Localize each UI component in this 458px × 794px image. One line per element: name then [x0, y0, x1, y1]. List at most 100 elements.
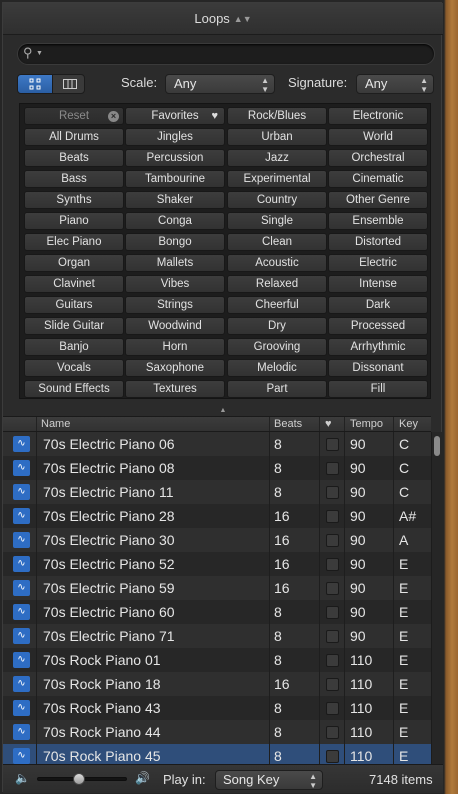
favorite-checkbox[interactable] [326, 606, 339, 619]
keyword-button-rock-blues[interactable]: Rock/Blues [227, 107, 327, 125]
keyword-button-bongo[interactable]: Bongo [125, 233, 225, 251]
column-view-button[interactable] [52, 75, 84, 93]
favorite-checkbox[interactable] [326, 654, 339, 667]
keyword-button-jingles[interactable]: Jingles [125, 128, 225, 146]
audio-loop-icon[interactable]: ∿ [13, 724, 30, 740]
favorite-checkbox[interactable] [326, 510, 339, 523]
keyword-button-tambourine[interactable]: Tambourine [125, 170, 225, 188]
keyword-button-other-genre[interactable]: Other Genre [328, 191, 428, 209]
volume-slider-knob[interactable] [73, 773, 85, 785]
audio-loop-icon[interactable]: ∿ [13, 604, 30, 620]
search-icon[interactable]: ⚲ [23, 45, 33, 61]
keyword-button-clavinet[interactable]: Clavinet [24, 275, 124, 293]
keyword-button-favorites[interactable]: Favorites ♥ [125, 107, 225, 125]
table-row[interactable]: ∿ 70s Electric Piano 71 8 90 E [3, 624, 431, 648]
table-row[interactable]: ∿ 70s Rock Piano 43 8 110 E [3, 696, 431, 720]
keyword-button-bass[interactable]: Bass [24, 170, 124, 188]
keyword-button-organ[interactable]: Organ [24, 254, 124, 272]
search-field[interactable]: ⚲ ▼ [17, 43, 435, 65]
table-row[interactable]: ∿ 70s Electric Piano 06 8 90 C [3, 432, 431, 456]
keyword-button-orchestral[interactable]: Orchestral [328, 149, 428, 167]
table-row[interactable]: ∿ 70s Electric Piano 59 16 90 E [3, 576, 431, 600]
keyword-button-clean[interactable]: Clean [227, 233, 327, 251]
table-row[interactable]: ∿ 70s Electric Piano 30 16 90 A [3, 528, 431, 552]
keyword-button-banjo[interactable]: Banjo [24, 338, 124, 356]
keyword-button-distorted[interactable]: Distorted [328, 233, 428, 251]
favorite-checkbox[interactable] [326, 702, 339, 715]
audio-loop-icon[interactable]: ∿ [13, 484, 30, 500]
button-view-button[interactable] [18, 75, 52, 93]
keyword-button-all-drums[interactable]: All Drums [24, 128, 124, 146]
keyword-button-saxophone[interactable]: Saxophone [125, 359, 225, 377]
table-row[interactable]: ∿ 70s Rock Piano 01 8 110 E [3, 648, 431, 672]
keyword-button-urban[interactable]: Urban [227, 128, 327, 146]
keyword-button-arrhythmic[interactable]: Arrhythmic [328, 338, 428, 356]
audio-loop-icon[interactable]: ∿ [13, 508, 30, 524]
keyword-button-guitars[interactable]: Guitars [24, 296, 124, 314]
audio-loop-icon[interactable]: ∿ [13, 628, 30, 644]
favorite-checkbox[interactable] [326, 726, 339, 739]
search-menu-chevron-icon[interactable]: ▼ [36, 50, 43, 57]
keyword-button-dissonant[interactable]: Dissonant [328, 359, 428, 377]
clear-icon[interactable]: × [108, 111, 119, 122]
keyword-button-fill[interactable]: Fill [328, 380, 428, 398]
table-row[interactable]: ∿ 70s Electric Piano 08 8 90 C [3, 456, 431, 480]
keyword-button-slide-guitar[interactable]: Slide Guitar [24, 317, 124, 335]
keyword-button-woodwind[interactable]: Woodwind [125, 317, 225, 335]
keyword-button-conga[interactable]: Conga [125, 212, 225, 230]
keyword-button-mallets[interactable]: Mallets [125, 254, 225, 272]
keyword-button-shaker[interactable]: Shaker [125, 191, 225, 209]
audio-loop-icon[interactable]: ∿ [13, 532, 30, 548]
keyword-button-dark[interactable]: Dark [328, 296, 428, 314]
table-row[interactable]: ∿ 70s Electric Piano 60 8 90 E [3, 600, 431, 624]
vertical-scrollbar[interactable] [431, 432, 443, 764]
scale-popup[interactable]: Any ▲ ▼ [165, 74, 275, 94]
favorite-checkbox[interactable] [326, 438, 339, 451]
table-row[interactable]: ∿ 70s Rock Piano 45 8 110 E [3, 744, 431, 764]
keyword-button-synths[interactable]: Synths [24, 191, 124, 209]
favorite-checkbox[interactable] [326, 462, 339, 475]
scrollbar-thumb[interactable] [434, 436, 440, 456]
favorite-checkbox[interactable] [326, 630, 339, 643]
favorite-checkbox[interactable] [326, 750, 339, 763]
view-mode-toggle[interactable] [17, 74, 85, 94]
audio-loop-icon[interactable]: ∿ [13, 436, 30, 452]
loops-title-menu[interactable]: Loops ▲▼ [3, 3, 443, 35]
keyword-button-electric[interactable]: Electric [328, 254, 428, 272]
table-row[interactable]: ∿ 70s Rock Piano 18 16 110 E [3, 672, 431, 696]
keyword-button-single[interactable]: Single [227, 212, 327, 230]
audio-loop-icon[interactable]: ∿ [13, 652, 30, 668]
keyword-button-melodic[interactable]: Melodic [227, 359, 327, 377]
keyword-button-jazz[interactable]: Jazz [227, 149, 327, 167]
column-header-beats[interactable]: Beats [274, 418, 302, 430]
table-row[interactable]: ∿ 70s Electric Piano 11 8 90 C [3, 480, 431, 504]
resize-handle[interactable]: ▲ [3, 407, 443, 414]
keyword-button-vibes[interactable]: Vibes [125, 275, 225, 293]
column-header-key[interactable]: Key [399, 418, 418, 430]
keyword-button-reset[interactable]: Reset × [24, 107, 124, 125]
column-header-favorites-heart-icon[interactable]: ♥ [325, 418, 332, 430]
keyword-button-relaxed[interactable]: Relaxed [227, 275, 327, 293]
keyword-button-percussion[interactable]: Percussion [125, 149, 225, 167]
keyword-button-piano[interactable]: Piano [24, 212, 124, 230]
keyword-button-part[interactable]: Part [227, 380, 327, 398]
keyword-button-electronic[interactable]: Electronic [328, 107, 428, 125]
audio-loop-icon[interactable]: ∿ [13, 700, 30, 716]
keyword-button-textures[interactable]: Textures [125, 380, 225, 398]
play-in-popup[interactable]: Song Key ▲ ▼ [215, 770, 323, 790]
favorite-checkbox[interactable] [326, 678, 339, 691]
table-row[interactable]: ∿ 70s Electric Piano 52 16 90 E [3, 552, 431, 576]
column-header-tempo[interactable]: Tempo [350, 418, 383, 430]
keyword-button-horn[interactable]: Horn [125, 338, 225, 356]
keyword-button-dry[interactable]: Dry [227, 317, 327, 335]
audio-loop-icon[interactable]: ∿ [13, 580, 30, 596]
keyword-button-experimental[interactable]: Experimental [227, 170, 327, 188]
keyword-button-world[interactable]: World [328, 128, 428, 146]
favorite-checkbox[interactable] [326, 534, 339, 547]
audio-loop-icon[interactable]: ∿ [13, 748, 30, 764]
keyword-button-beats[interactable]: Beats [24, 149, 124, 167]
favorite-checkbox[interactable] [326, 558, 339, 571]
keyword-button-cinematic[interactable]: Cinematic [328, 170, 428, 188]
keyword-button-strings[interactable]: Strings [125, 296, 225, 314]
audio-loop-icon[interactable]: ∿ [13, 556, 30, 572]
